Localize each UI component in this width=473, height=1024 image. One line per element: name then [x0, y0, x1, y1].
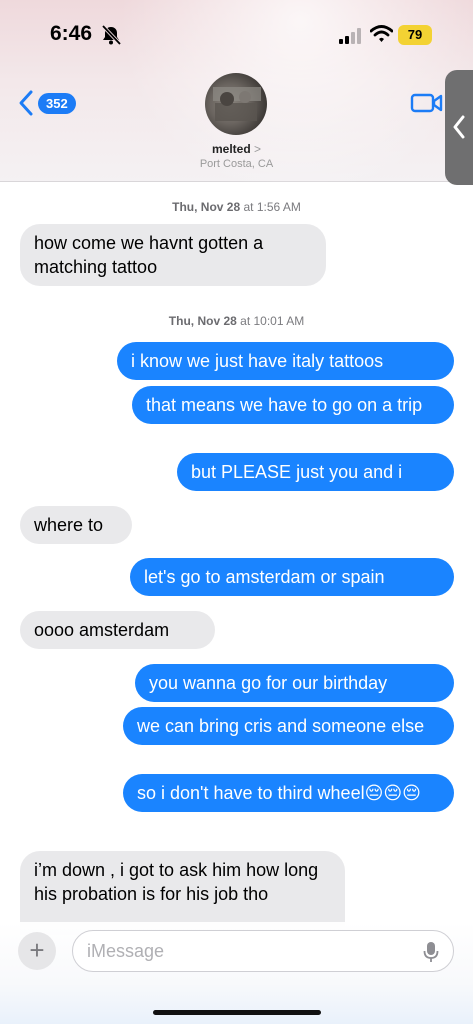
- unread-count-badge: 352: [38, 92, 76, 114]
- message-field[interactable]: [72, 930, 454, 972]
- video-camera-icon[interactable]: [410, 92, 444, 114]
- conversation-header: 6:46 79 352 melted > Port Costa, CA: [0, 0, 473, 182]
- microphone-icon[interactable]: [423, 941, 439, 963]
- incoming-message[interactable]: oooo amsterdam: [20, 611, 215, 649]
- contact-chevron: >: [254, 142, 262, 156]
- wifi-icon: [370, 25, 393, 42]
- plus-icon[interactable]: +: [18, 932, 56, 970]
- side-tab-chevron-icon: [453, 115, 465, 139]
- outgoing-message[interactable]: we can bring cris and someone else: [123, 707, 454, 745]
- home-indicator[interactable]: [153, 1010, 321, 1015]
- avatar[interactable]: [205, 73, 267, 135]
- outgoing-message[interactable]: i know we just have italy tattoos: [117, 342, 454, 380]
- signal-icon: [339, 28, 361, 44]
- outgoing-message[interactable]: you wanna go for our birthday: [135, 664, 454, 702]
- message-input[interactable]: [87, 939, 407, 963]
- status-time: 6:46: [50, 22, 93, 45]
- message-composer: +: [0, 922, 473, 1024]
- incoming-message[interactable]: how come we havnt gotten a matching tatt…: [20, 224, 326, 286]
- outgoing-message[interactable]: but PLEASE just you and i: [177, 453, 454, 491]
- contact-location: Port Costa, CA: [199, 158, 274, 170]
- outgoing-message[interactable]: that means we have to go on a trip: [132, 386, 454, 424]
- outgoing-message[interactable]: so i don't have to third wheel😔😔😔: [123, 774, 454, 812]
- battery-indicator: 79: [398, 25, 432, 45]
- contact-name[interactable]: melted >: [0, 142, 473, 156]
- outgoing-message[interactable]: let's go to amsterdam or spain: [130, 558, 454, 596]
- timestamp: Thu, Nov 28 at 10:01 AM: [168, 314, 305, 328]
- side-panel-tab[interactable]: [445, 70, 473, 185]
- back-chevron-icon: [19, 90, 33, 116]
- back-button[interactable]: 352: [18, 88, 76, 118]
- timestamp: Thu, Nov 28 at 1:56 AM: [172, 200, 301, 214]
- bell-slash-icon: [101, 25, 122, 45]
- incoming-message[interactable]: where to: [20, 506, 132, 544]
